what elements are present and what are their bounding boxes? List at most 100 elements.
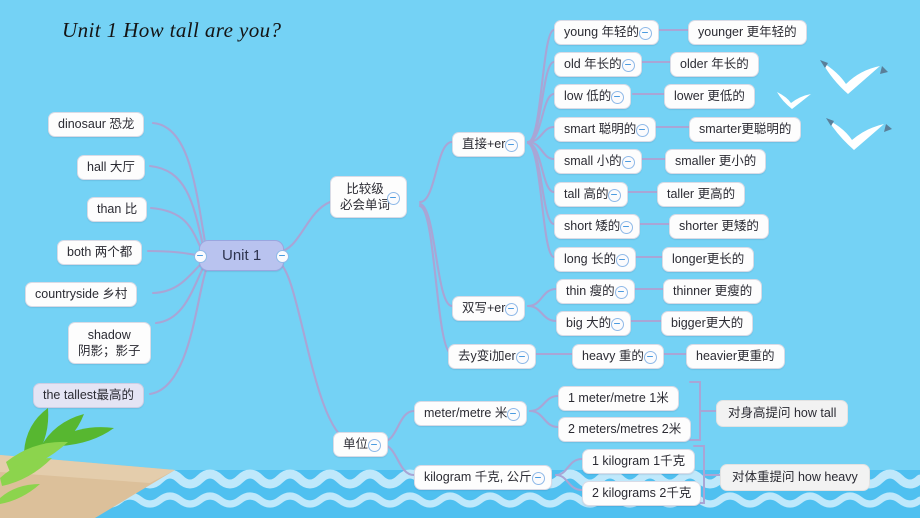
- unit-label: meter/metre 米: [424, 406, 508, 420]
- collapse-toggle-icon[interactable]: [636, 124, 650, 137]
- unit-example-node[interactable]: 2 kilograms 2千克: [582, 481, 702, 506]
- word-base-label: small 小的: [564, 154, 622, 168]
- word-node-base[interactable]: low 低的: [554, 84, 632, 109]
- unit-node-kilogram[interactable]: kilogram 千克, 公斤: [414, 465, 552, 490]
- word-node-base[interactable]: young 年轻的: [554, 20, 660, 45]
- group-label: 直接+er: [462, 137, 506, 151]
- note-node-how-heavy[interactable]: 对体重提问 how heavy: [720, 464, 870, 491]
- word-comp-label: smaller 更小的: [675, 154, 757, 168]
- word-base-label: low 低的: [564, 89, 612, 103]
- collapse-toggle-icon[interactable]: [611, 318, 625, 331]
- page-title: Unit 1 How tall are you?: [62, 18, 282, 42]
- word-base-label: short 矮的: [564, 219, 621, 233]
- word-node-comparative[interactable]: thinner 更瘦的: [663, 279, 763, 304]
- vocab-label: both 两个都: [67, 245, 133, 259]
- center-node-label: Unit 1: [222, 247, 262, 264]
- vocab-node-the-tallest[interactable]: the tallest最高的: [33, 383, 145, 408]
- node-layer: Unit 1 How tall are you? Unit 1 dinosaur…: [0, 0, 920, 518]
- branch-node-units[interactable]: 单位: [333, 432, 389, 457]
- collapse-toggle-icon[interactable]: [621, 59, 635, 72]
- collapse-toggle-icon[interactable]: [611, 91, 625, 104]
- word-node-comparative[interactable]: lower 更低的: [664, 84, 755, 109]
- collapse-toggle-icon[interactable]: [614, 286, 628, 299]
- word-node-comparative[interactable]: bigger更大的: [661, 311, 754, 336]
- collapse-toggle-icon[interactable]: [515, 351, 529, 364]
- vocab-node-than[interactable]: than 比: [87, 197, 148, 222]
- word-node-base[interactable]: tall 高的: [554, 182, 629, 207]
- unit-example-label: 1 kilogram 1千克: [592, 454, 686, 468]
- word-node-base[interactable]: old 年长的: [554, 52, 642, 77]
- branch-label-line2: 必会单词: [340, 198, 391, 212]
- center-node-unit1[interactable]: Unit 1: [194, 240, 290, 271]
- unit-example-label: 2 kilograms 2千克: [592, 486, 692, 500]
- unit-node-meter[interactable]: meter/metre 米: [414, 401, 528, 426]
- vocab-node-hall[interactable]: hall 大厅: [77, 155, 145, 180]
- unit-example-label: 2 meters/metres 2米: [568, 422, 682, 436]
- word-node-comparative[interactable]: taller 更高的: [657, 182, 746, 207]
- word-node-base[interactable]: small 小的: [554, 149, 642, 174]
- vocab-label: the tallest最高的: [43, 388, 135, 402]
- collapse-toggle-icon[interactable]: [639, 27, 653, 40]
- vocab-label: dinosaur 恐龙: [58, 117, 135, 131]
- collapse-toggle-icon[interactable]: [608, 189, 622, 202]
- vocab-label-line1: shadow: [87, 328, 131, 342]
- vocab-node-dinosaur[interactable]: dinosaur 恐龙: [48, 112, 145, 137]
- word-node-comparative[interactable]: longer更长的: [662, 247, 755, 272]
- word-node-base[interactable]: smart 聪明的: [554, 117, 657, 142]
- word-node-base[interactable]: long 长的: [554, 247, 637, 272]
- word-base-label: smart 聪明的: [564, 122, 637, 136]
- vocab-node-countryside[interactable]: countryside 乡村: [25, 282, 138, 307]
- branch-node-comparative[interactable]: 比较级 必会单词: [330, 176, 408, 218]
- word-base-label: tall 高的: [564, 187, 609, 201]
- word-base-label: young 年轻的: [564, 25, 640, 39]
- word-comp-label: thinner 更瘦的: [673, 284, 753, 298]
- word-base-label: old 年长的: [564, 57, 622, 71]
- group-node-y-to-i-er[interactable]: 去y变i加er: [448, 344, 536, 369]
- unit-example-node[interactable]: 1 meter/metre 1米: [558, 386, 679, 411]
- word-comp-label: longer更长的: [672, 252, 745, 266]
- word-node-comparative[interactable]: heavier更重的: [686, 344, 785, 369]
- group-node-double-er[interactable]: 双写+er: [452, 296, 526, 321]
- vocab-label: hall 大厅: [87, 160, 135, 174]
- group-label: 去y变i加er: [458, 349, 516, 363]
- vocab-label: than 比: [97, 202, 138, 216]
- note-node-how-tall[interactable]: 对身高提问 how tall: [716, 400, 849, 427]
- word-node-comparative[interactable]: smaller 更小的: [665, 149, 767, 174]
- unit-label: kilogram 千克, 公斤: [424, 470, 532, 484]
- word-node-base[interactable]: short 矮的: [554, 214, 641, 239]
- collapse-toggle-icon[interactable]: [507, 408, 521, 421]
- word-node-comparative[interactable]: smarter更聪明的: [689, 117, 802, 142]
- collapse-toggle-icon[interactable]: [505, 139, 519, 152]
- group-node-direct-er[interactable]: 直接+er: [452, 132, 526, 157]
- unit-example-node[interactable]: 1 kilogram 1千克: [582, 449, 696, 474]
- unit-example-label: 1 meter/metre 1米: [568, 391, 669, 405]
- collapse-toggle-right-icon[interactable]: [276, 250, 290, 263]
- note-label: 对体重提问 how heavy: [732, 470, 858, 484]
- vocab-node-shadow[interactable]: shadow 阴影；影子: [68, 322, 151, 364]
- word-comp-label: taller 更高的: [667, 187, 736, 201]
- vocab-label-line2: 阴影；影子: [78, 344, 141, 358]
- collapse-toggle-icon[interactable]: [387, 191, 401, 205]
- word-node-base[interactable]: big 大的: [556, 311, 632, 336]
- collapse-toggle-icon[interactable]: [643, 351, 657, 364]
- word-comp-label: older 年长的: [680, 57, 749, 71]
- collapse-toggle-icon[interactable]: [621, 156, 635, 169]
- word-comp-label: lower 更低的: [674, 89, 745, 103]
- word-node-base[interactable]: thin 瘦的: [556, 279, 635, 304]
- collapse-toggle-icon[interactable]: [505, 303, 519, 316]
- word-base-label: long 长的: [564, 252, 617, 266]
- collapse-toggle-icon[interactable]: [531, 472, 545, 485]
- word-node-comparative[interactable]: younger 更年轻的: [688, 20, 807, 45]
- word-node-comparative[interactable]: older 年长的: [670, 52, 759, 77]
- unit-example-node[interactable]: 2 meters/metres 2米: [558, 417, 692, 442]
- vocab-node-both[interactable]: both 两个都: [57, 240, 143, 265]
- word-base-label: big 大的: [566, 316, 612, 330]
- word-node-base[interactable]: heavy 重的: [572, 344, 664, 369]
- word-node-comparative[interactable]: shorter 更矮的: [669, 214, 769, 239]
- collapse-toggle-icon[interactable]: [368, 439, 382, 452]
- collapse-toggle-icon[interactable]: [620, 221, 634, 234]
- group-label: 双写+er: [462, 301, 506, 315]
- collapse-toggle-icon[interactable]: [616, 254, 630, 267]
- branch-label-line1: 比较级: [346, 182, 384, 196]
- collapse-toggle-left-icon[interactable]: [194, 250, 207, 263]
